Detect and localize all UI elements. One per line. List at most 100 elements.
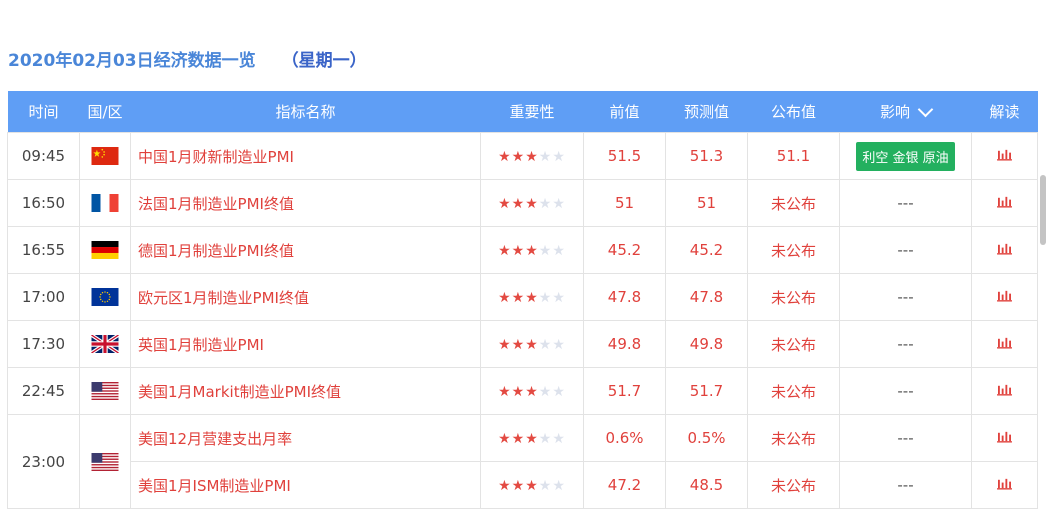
star-icon: ★ xyxy=(538,196,553,212)
indicator-name[interactable]: 美国1月ISM制造业PMI xyxy=(130,461,481,509)
impact-filter-dropdown[interactable]: 影响 xyxy=(839,91,972,133)
previous-value: 47.2 xyxy=(583,461,666,509)
table-row: 17:00 欧元区1月制造业PMI终值 ★★★★★ 47.8 47.8 未公布 --- xyxy=(7,273,1038,321)
star-icon: ★ xyxy=(538,149,553,165)
bar-chart-icon[interactable] xyxy=(997,241,1012,259)
table-row: 16:50 法国1月制造业PMI终值 ★★★★★ 51 51 未公布 --- xyxy=(7,179,1038,227)
france-flag-icon xyxy=(91,194,119,213)
impact-cell: --- xyxy=(839,179,972,227)
bar-chart-icon[interactable] xyxy=(997,194,1012,212)
star-icon: ★ xyxy=(525,431,539,447)
forecast-value: 48.5 xyxy=(665,461,748,509)
indicator-name[interactable]: 英国1月制造业PMI xyxy=(130,320,481,368)
star-icon: ★ xyxy=(552,243,566,259)
star-icon: ★ xyxy=(511,149,526,165)
time-cell: 16:55 xyxy=(7,226,80,274)
star-icon: ★ xyxy=(498,290,512,306)
col-header-region: 国/区 xyxy=(79,91,131,133)
time-cell: 17:00 xyxy=(7,273,80,321)
previous-value: 51.5 xyxy=(583,132,666,180)
bar-chart-icon[interactable] xyxy=(997,382,1012,400)
col-header-analysis: 解读 xyxy=(971,91,1038,133)
star-icon: ★ xyxy=(498,243,512,259)
forecast-value: 51 xyxy=(665,179,748,227)
star-icon: ★ xyxy=(498,337,512,353)
region-flag-cell xyxy=(79,367,131,415)
china-flag-icon xyxy=(91,147,119,166)
indicator-name[interactable]: 美国1月Markit制造业PMI终值 xyxy=(130,367,481,415)
col-header-previous: 前值 xyxy=(583,91,666,133)
table-header-row: 时间 国/区 指标名称 重要性 前值 预测值 公布值 影响 解读 xyxy=(7,91,1038,133)
impact-cell: --- xyxy=(839,461,972,509)
col-header-forecast: 预测值 xyxy=(665,91,748,133)
bar-chart-icon[interactable] xyxy=(997,147,1012,165)
bar-chart-icon[interactable] xyxy=(997,335,1012,353)
actual-value: 51.1 xyxy=(747,132,840,180)
importance-stars: ★★★★★ xyxy=(480,273,584,321)
impact-cell: --- xyxy=(839,367,972,415)
impact-cell: --- xyxy=(839,273,972,321)
germany-flag-icon xyxy=(91,241,119,260)
previous-value: 45.2 xyxy=(583,226,666,274)
bar-chart-icon[interactable] xyxy=(997,476,1012,494)
actual-value: 未公布 xyxy=(747,226,840,274)
impact-cell: --- xyxy=(839,414,972,462)
importance-stars: ★★★★★ xyxy=(480,132,584,180)
star-icon: ★ xyxy=(538,290,553,306)
star-icon: ★ xyxy=(498,196,512,212)
table-row: 17:30 英国1月制造业PMI ★★★★★ 49.8 49.8 未公布 --- xyxy=(7,320,1038,368)
time-cell: 17:30 xyxy=(7,320,80,368)
star-icon: ★ xyxy=(552,149,566,165)
indicator-name[interactable]: 美国12月营建支出月率 xyxy=(130,414,481,462)
actual-value: 未公布 xyxy=(747,179,840,227)
importance-stars: ★★★★★ xyxy=(480,179,584,227)
time-cell: 16:50 xyxy=(7,179,80,227)
indicator-name[interactable]: 德国1月制造业PMI终值 xyxy=(130,226,481,274)
star-icon: ★ xyxy=(538,431,553,447)
star-icon: ★ xyxy=(552,290,566,306)
table-row: 09:45 中国1月财新制造业PMI ★★★★★ 51.5 51.3 51.1 利空 金银 … xyxy=(7,132,1038,180)
star-icon: ★ xyxy=(552,431,566,447)
us-flag-icon xyxy=(91,452,119,471)
analysis-cell xyxy=(971,273,1038,321)
analysis-cell xyxy=(971,367,1038,415)
analysis-cell xyxy=(971,226,1038,274)
region-flag-cell xyxy=(79,414,131,509)
star-icon: ★ xyxy=(525,384,539,400)
region-flag-cell xyxy=(79,273,131,321)
previous-value: 51 xyxy=(583,179,666,227)
col-header-actual: 公布值 xyxy=(747,91,840,133)
col-header-time: 时间 xyxy=(7,91,80,133)
scrollbar-thumb[interactable] xyxy=(1040,175,1046,245)
chevron-down-icon xyxy=(917,101,934,117)
star-icon: ★ xyxy=(498,431,512,447)
star-icon: ★ xyxy=(511,478,526,494)
indicator-name[interactable]: 中国1月财新制造业PMI xyxy=(130,132,481,180)
forecast-value: 51.7 xyxy=(665,367,748,415)
star-icon: ★ xyxy=(511,384,526,400)
us-flag-icon xyxy=(91,382,119,401)
star-icon: ★ xyxy=(511,196,526,212)
region-flag-cell xyxy=(79,132,131,180)
star-icon: ★ xyxy=(538,384,553,400)
star-icon: ★ xyxy=(525,478,539,494)
bar-chart-icon[interactable] xyxy=(997,429,1012,447)
star-icon: ★ xyxy=(525,196,539,212)
forecast-value: 0.5% xyxy=(665,414,748,462)
table-row: 16:55 德国1月制造业PMI终值 ★★★★★ 45.2 45.2 未公布 --- xyxy=(7,226,1038,274)
bar-chart-icon[interactable] xyxy=(997,288,1012,306)
economic-calendar-table: 时间 国/区 指标名称 重要性 前值 预测值 公布值 影响 解读 09:45 中国… xyxy=(7,91,1038,509)
actual-value: 未公布 xyxy=(747,414,840,462)
time-cell: 09:45 xyxy=(7,132,80,180)
analysis-cell xyxy=(971,320,1038,368)
indicator-name[interactable]: 欧元区1月制造业PMI终值 xyxy=(130,273,481,321)
impact-badge: 利空 金银 原油 xyxy=(856,141,955,171)
analysis-cell xyxy=(971,132,1038,180)
table-row: 23:00 美国12月营建支出月率 ★★★★★ 0.6% 0.5% 未公布 --- xyxy=(7,414,1038,509)
indicator-name[interactable]: 法国1月制造业PMI终值 xyxy=(130,179,481,227)
previous-value: 0.6% xyxy=(583,414,666,462)
analysis-cell xyxy=(971,414,1038,462)
forecast-value: 47.8 xyxy=(665,273,748,321)
weekday-label: （星期一） xyxy=(281,51,367,71)
star-icon: ★ xyxy=(538,337,553,353)
